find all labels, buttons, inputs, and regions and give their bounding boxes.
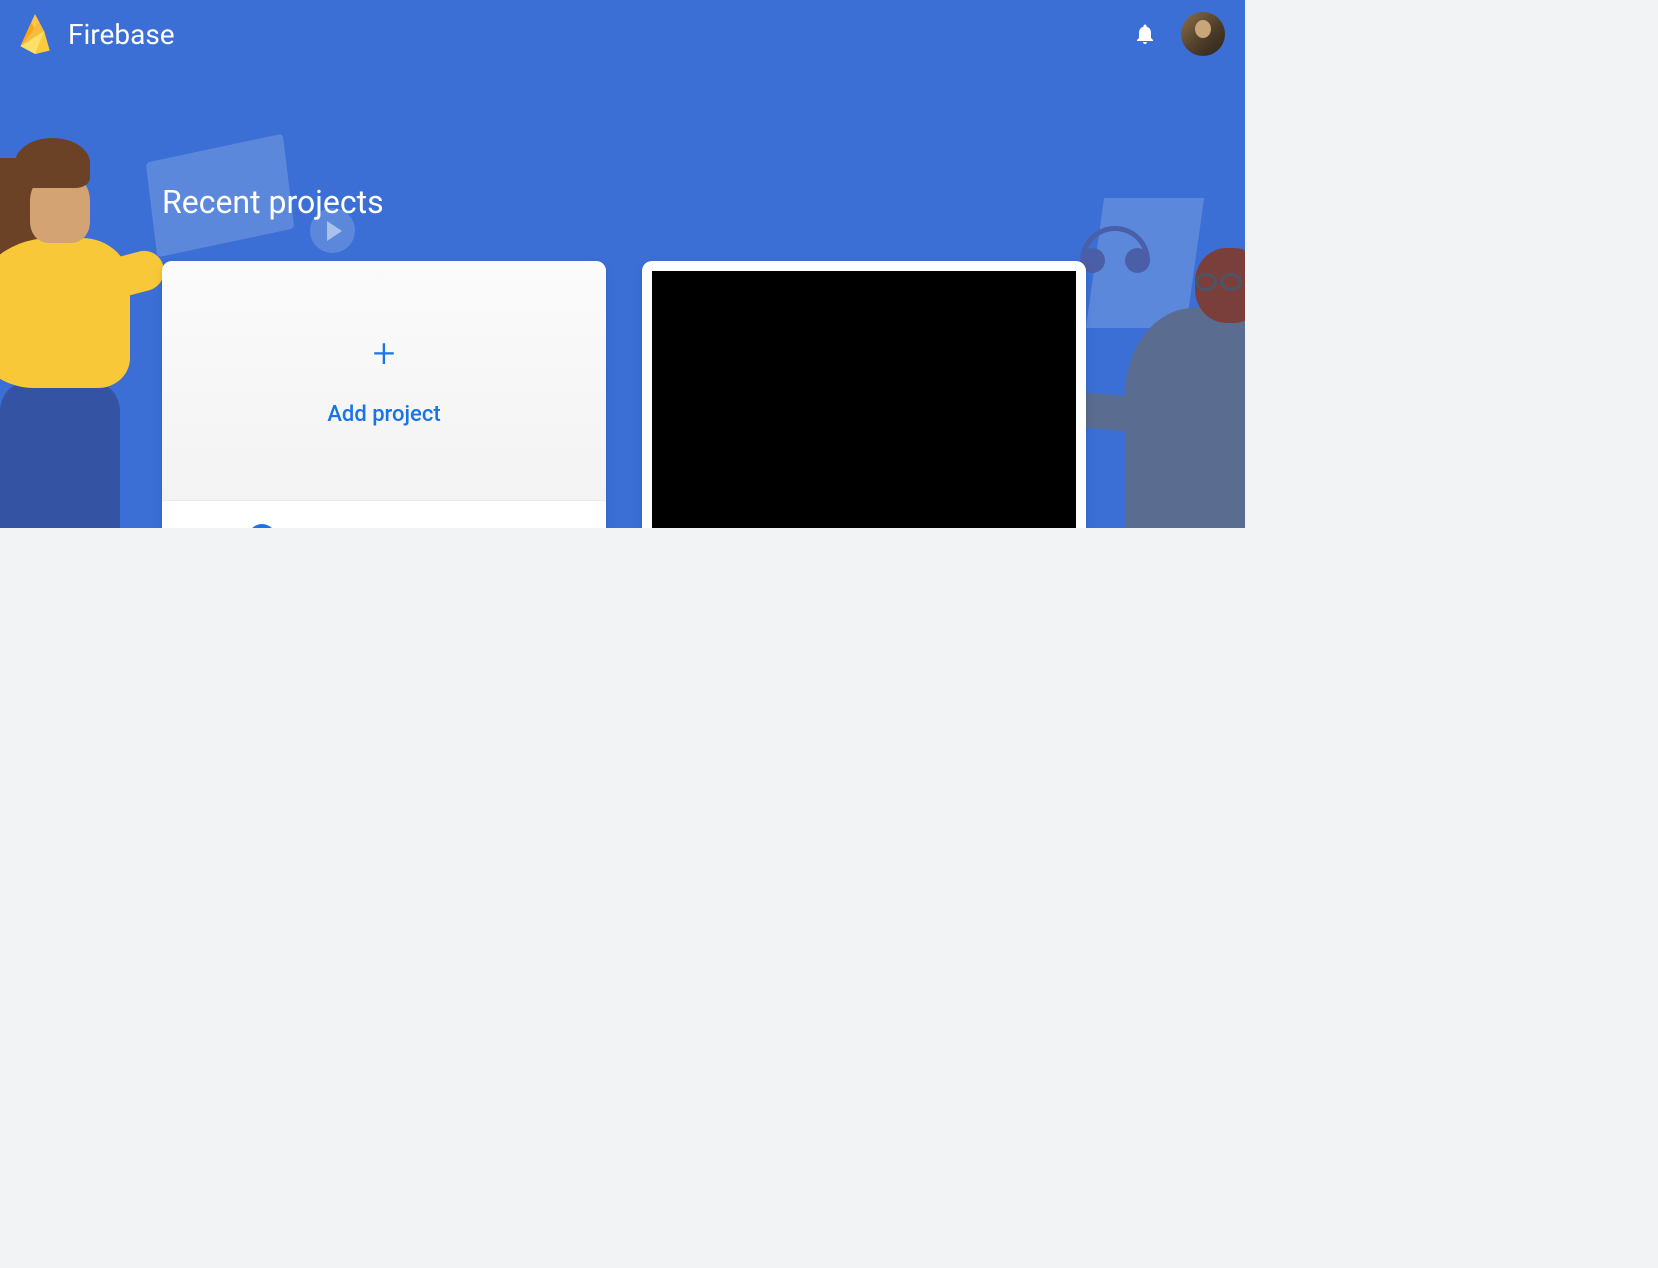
notifications-button[interactable] — [1125, 14, 1165, 54]
hero-background: Firebase Recent projects + Add project E… — [0, 0, 1245, 528]
main-content: Recent projects + Add project Explore a … — [0, 68, 1245, 528]
add-project-label: Add project — [327, 402, 440, 427]
project-card[interactable] — [642, 261, 1086, 528]
firebase-logo-icon — [20, 14, 50, 54]
app-header: Firebase — [0, 0, 1245, 68]
bell-icon — [1133, 22, 1157, 46]
brand-name: Firebase — [68, 18, 175, 51]
demo-link-label: Explore a demo project — [294, 526, 520, 529]
plus-icon: + — [373, 334, 396, 374]
section-title: Recent projects — [162, 183, 1083, 221]
projects-grid: + Add project Explore a demo project — [162, 261, 1083, 528]
add-project-button[interactable]: + Add project — [162, 261, 606, 501]
explore-demo-button[interactable]: Explore a demo project — [162, 501, 606, 528]
add-project-card: + Add project Explore a demo project — [162, 261, 606, 528]
compass-icon — [248, 524, 276, 528]
project-thumbnail — [652, 271, 1076, 528]
user-avatar[interactable] — [1181, 12, 1225, 56]
